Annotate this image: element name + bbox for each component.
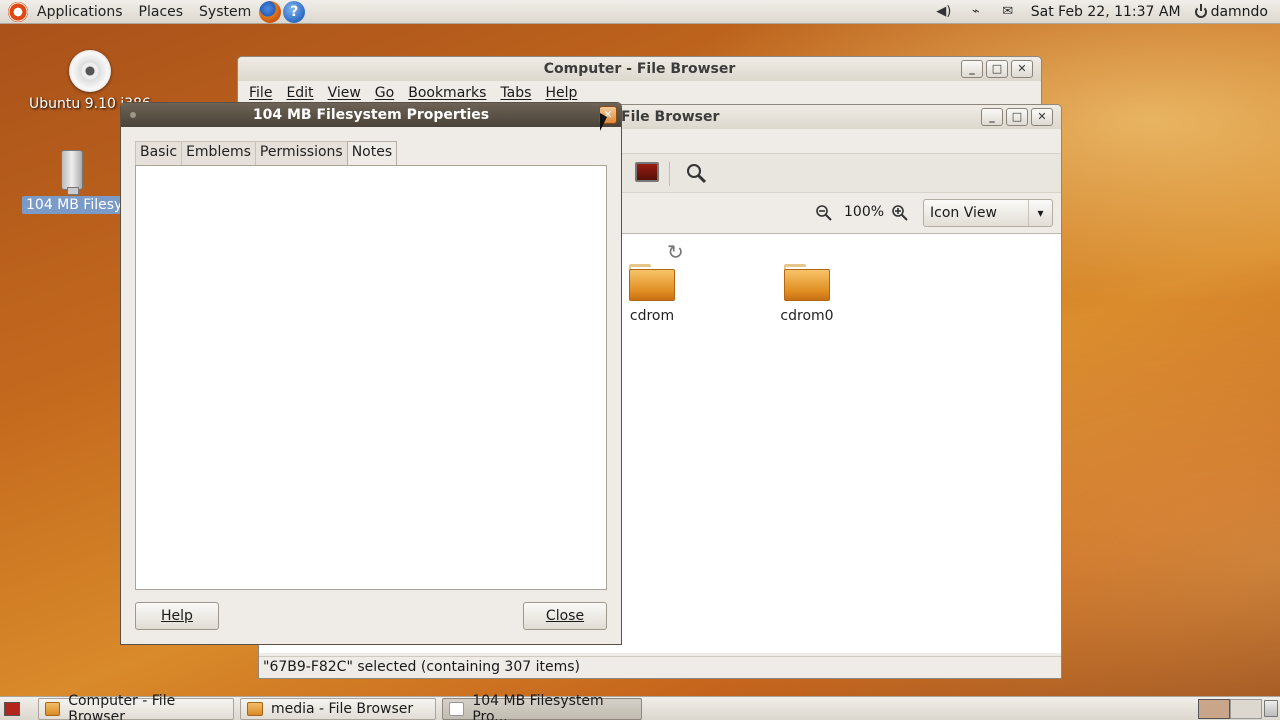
- close-button-label: Close: [545, 608, 585, 624]
- folder-item[interactable]: cdrom0: [769, 264, 845, 324]
- desktop-icon-usb-drive[interactable]: 104 MB Filesystem: [22, 150, 122, 214]
- workspace-2[interactable]: [1230, 699, 1262, 719]
- help-icon[interactable]: ?: [283, 0, 306, 23]
- help-button-label: Help: [161, 608, 193, 624]
- usb-drive-icon: [61, 150, 83, 195]
- folder-item[interactable]: cdrom: [619, 264, 685, 324]
- firefox-icon[interactable]: [259, 0, 282, 23]
- desktop-icon-label: 104 MB Filesystem: [22, 196, 122, 214]
- folder-icon: [629, 264, 675, 302]
- volume-icon[interactable]: ◀): [935, 5, 953, 19]
- maximize-button[interactable]: □: [1006, 108, 1028, 126]
- close-button[interactable]: ✕: [1031, 108, 1053, 126]
- taskbar-item-label: media - File Browser: [271, 700, 414, 717]
- menu-help[interactable]: Help: [545, 85, 577, 101]
- trash-icon[interactable]: [1264, 700, 1278, 717]
- search-icon[interactable]: [685, 162, 707, 184]
- computer-icon[interactable]: [635, 162, 659, 182]
- minimize-button[interactable]: _: [981, 108, 1003, 126]
- toolbar-separator: [669, 162, 670, 186]
- cd-icon: [69, 50, 111, 92]
- tab-emblems[interactable]: Emblems: [181, 141, 256, 165]
- top-panel: Applications Places System ? ◀) ⌁ ✉ Sat …: [0, 0, 1280, 24]
- window-menu-icon[interactable]: [130, 112, 136, 118]
- workspace-1[interactable]: [1198, 699, 1230, 719]
- menu-go[interactable]: Go: [375, 85, 394, 101]
- taskbar-item-label: Computer - File Browser: [68, 692, 176, 720]
- maximize-button[interactable]: □: [986, 60, 1008, 78]
- document-icon: [449, 701, 465, 716]
- zoom-out-icon[interactable]: [815, 204, 833, 222]
- system-menu[interactable]: System: [199, 4, 251, 20]
- status-bar: "67B9-F82C" selected (containing 307 ite…: [259, 656, 1061, 678]
- folder-icon: [45, 701, 61, 716]
- close-dialog-button[interactable]: Close: [523, 602, 607, 630]
- mail-icon[interactable]: ✉: [999, 5, 1017, 19]
- places-menu[interactable]: Places: [139, 4, 184, 20]
- view-mode-select[interactable]: Icon View ▾: [923, 199, 1053, 227]
- ubuntu-logo-icon[interactable]: [8, 1, 28, 22]
- notes-textarea[interactable]: [135, 165, 607, 590]
- show-desktop-icon[interactable]: [4, 701, 20, 716]
- window-title: Computer - File Browser: [543, 61, 736, 77]
- clock[interactable]: Sat Feb 22, 11:37 AM: [1031, 4, 1181, 20]
- taskbar-item-media[interactable]: media - File Browser: [240, 697, 436, 720]
- window-title: File Browser: [621, 109, 720, 125]
- taskbar-item-computer[interactable]: Computer - File Browser: [38, 693, 234, 720]
- folder-icon: [784, 264, 830, 302]
- folder-icon: [247, 701, 263, 716]
- applications-menu[interactable]: Applications: [37, 4, 123, 20]
- minimize-button[interactable]: _: [961, 60, 983, 78]
- network-icon[interactable]: ⌁: [967, 5, 985, 19]
- user-name: damndo: [1210, 4, 1268, 20]
- tab-bar: Basic Emblems Permissions Notes: [135, 141, 398, 166]
- taskbar-item-label: 104 MB Filesystem Pro...: [472, 692, 604, 720]
- zoom-in-icon[interactable]: [891, 204, 909, 222]
- properties-dialog: 104 MB Filesystem Properties ✕ Basic Emb…: [120, 102, 622, 645]
- tab-permissions[interactable]: Permissions: [254, 141, 348, 165]
- mouse-cursor-icon: [600, 113, 607, 131]
- help-button[interactable]: Help: [135, 602, 219, 630]
- zoom-level: 100%: [844, 204, 885, 220]
- menu-bookmarks[interactable]: Bookmarks: [408, 85, 486, 101]
- close-button[interactable]: ✕: [1011, 60, 1033, 78]
- tab-notes[interactable]: Notes: [346, 141, 398, 166]
- window-controls: _ □ ✕: [958, 60, 1033, 78]
- menu-edit[interactable]: Edit: [286, 85, 313, 101]
- view-mode-value: Icon View: [930, 205, 997, 221]
- dialog-title: 104 MB Filesystem Properties: [252, 107, 490, 123]
- system-tray: ◀) ⌁ ✉ Sat Feb 22, 11:37 AM damndo: [935, 0, 1280, 24]
- tab-basic[interactable]: Basic: [135, 141, 183, 165]
- dialog-titlebar[interactable]: 104 MB Filesystem Properties ✕: [121, 103, 621, 127]
- menu-view[interactable]: View: [328, 85, 361, 101]
- power-icon: [1194, 4, 1207, 18]
- taskbar-item-properties[interactable]: 104 MB Filesystem Pro...: [442, 693, 642, 720]
- window-controls: _ □ ✕: [978, 108, 1053, 126]
- workspace-switcher: [1198, 699, 1262, 719]
- chevron-down-icon: ▾: [1028, 200, 1052, 226]
- folder-label: cdrom: [629, 308, 675, 324]
- user-switcher[interactable]: damndo: [1194, 4, 1268, 20]
- menu-file[interactable]: File: [249, 85, 272, 101]
- bottom-panel: Computer - File Browser media - File Bro…: [0, 693, 1280, 720]
- loading-spinner-icon: ↻: [667, 240, 684, 264]
- menu-tabs[interactable]: Tabs: [500, 85, 531, 101]
- folder-label: cdrom0: [780, 308, 834, 324]
- window-titlebar[interactable]: Computer - File Browser _ □ ✕: [238, 57, 1041, 81]
